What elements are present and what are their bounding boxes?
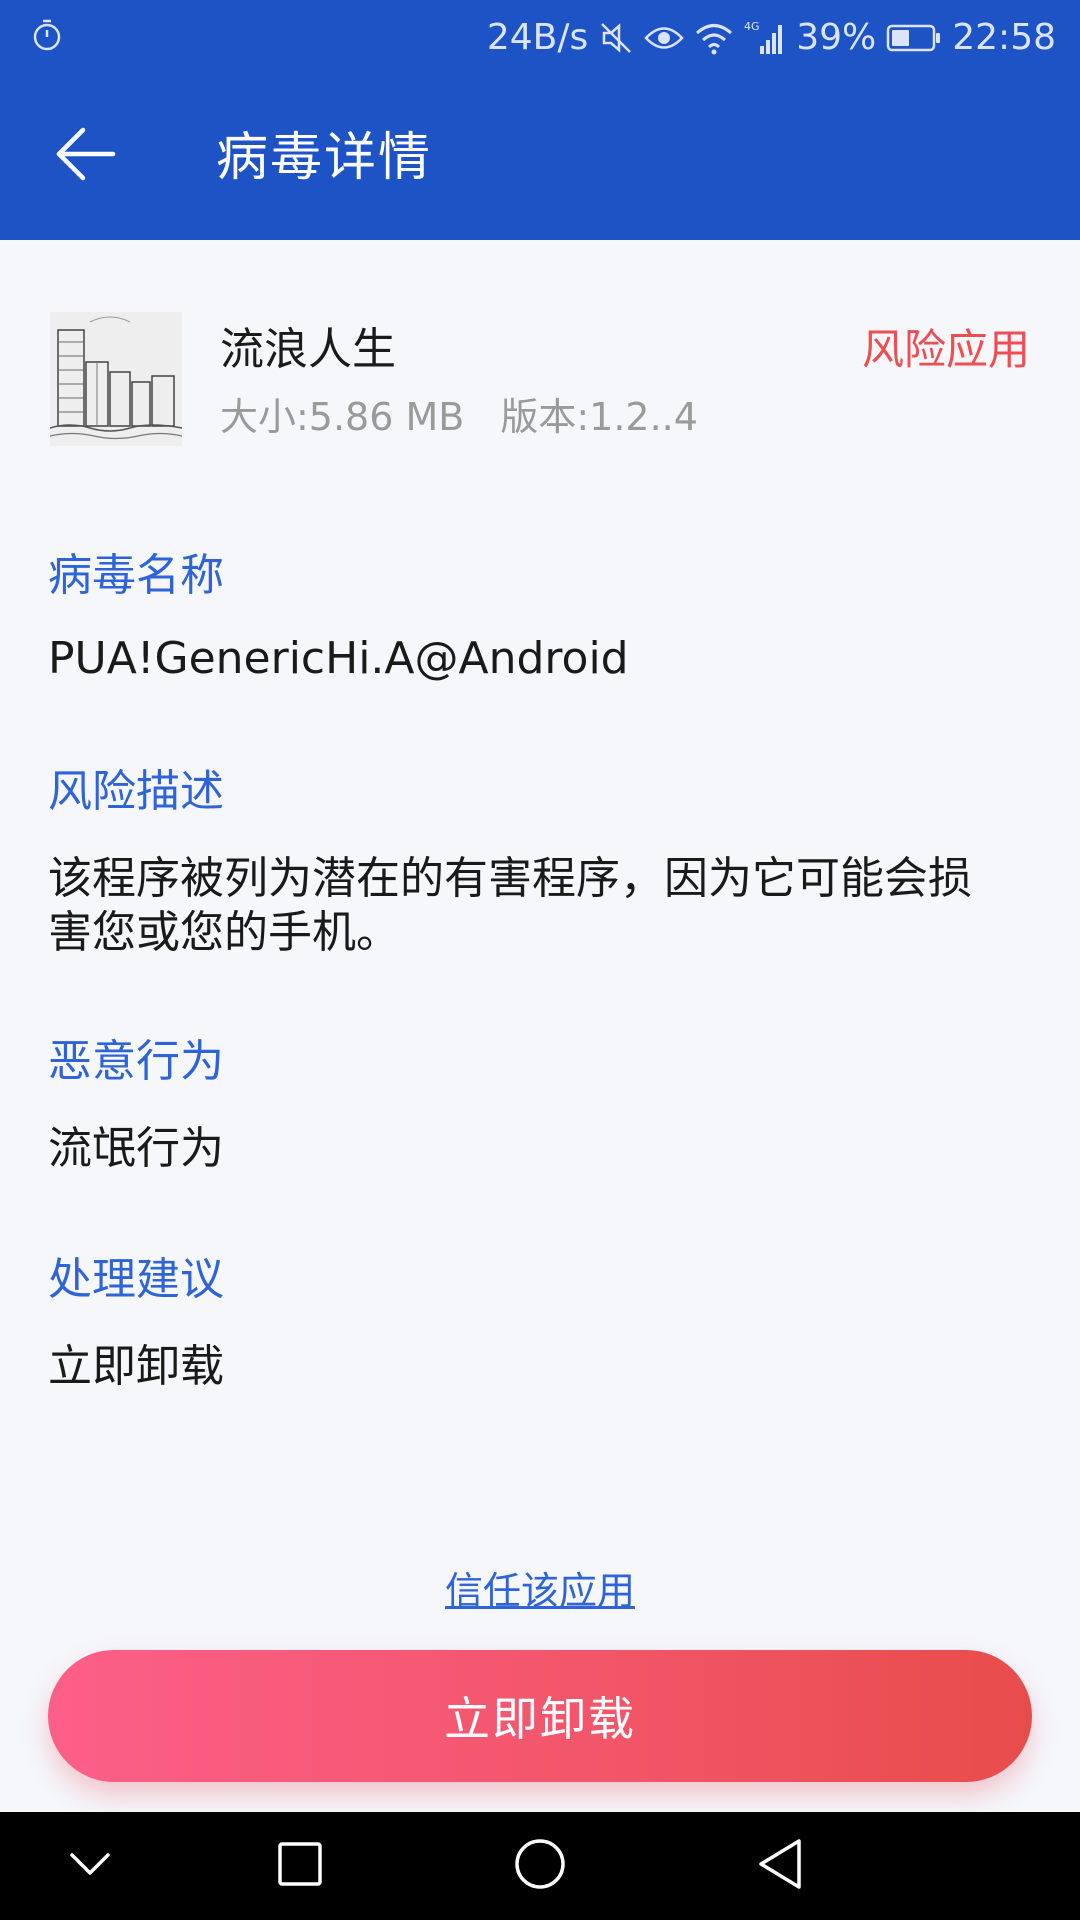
page-title: 病毒详情 — [216, 128, 433, 188]
malicious-behavior-value: 流氓行为 — [48, 1123, 224, 1174]
risk-badge: 风险应用 — [861, 325, 1030, 374]
clock: 22:58 — [952, 17, 1056, 58]
battery-percent: 39% — [796, 17, 877, 58]
uninstall-button[interactable]: 立即卸载 — [48, 1650, 1032, 1782]
nav-back-button[interactable] — [740, 1826, 820, 1906]
risk-description-value: 该程序被列为潜在的有害程序，因为它可能会损害您或您的手机。 — [48, 853, 972, 958]
app-bar: 病毒详情 — [0, 76, 1080, 240]
virus-name-label: 病毒名称 — [48, 550, 224, 601]
triangle-back-icon — [755, 1837, 805, 1895]
app-meta: 大小:5.86 MB 版本:1.2..4 — [220, 392, 698, 442]
wifi-icon — [694, 21, 734, 55]
battery-icon — [886, 23, 942, 53]
square-icon — [276, 1840, 324, 1892]
eye-icon — [644, 23, 684, 53]
circle-icon — [513, 1837, 567, 1895]
risk-description-label: 风险描述 — [48, 766, 224, 817]
mute-icon — [598, 20, 634, 56]
trust-app-link[interactable]: 信任该应用 — [0, 1564, 1080, 1618]
nav-home-button[interactable] — [500, 1826, 580, 1906]
virus-name-value: PUA!GenericHi.A@Android — [48, 633, 629, 684]
uninstall-button-label: 立即卸载 — [444, 1692, 636, 1746]
malicious-behavior-label: 恶意行为 — [48, 1036, 224, 1087]
back-button[interactable] — [40, 116, 130, 196]
suggestion-label: 处理建议 — [48, 1254, 224, 1305]
app-icon — [50, 312, 182, 446]
signal-4g-icon: 4G — [744, 20, 786, 56]
net-speed: 24B/s — [486, 17, 589, 58]
suggestion-value: 立即卸载 — [48, 1341, 224, 1392]
app-version: 版本:1.2..4 — [500, 395, 698, 439]
status-bar: 24B/s 4G 39% 22:58 — [0, 0, 1080, 76]
navigation-bar — [0, 1812, 1080, 1920]
chevron-down-icon — [68, 1849, 112, 1883]
alarm-icon — [30, 18, 64, 52]
app-name: 流浪人生 — [220, 324, 396, 375]
app-size: 大小:5.86 MB — [220, 395, 465, 439]
nav-recents-button[interactable] — [260, 1826, 340, 1906]
svg-text:4G: 4G — [744, 20, 760, 33]
nav-hide-button[interactable] — [50, 1826, 130, 1906]
back-arrow-icon — [53, 126, 117, 186]
